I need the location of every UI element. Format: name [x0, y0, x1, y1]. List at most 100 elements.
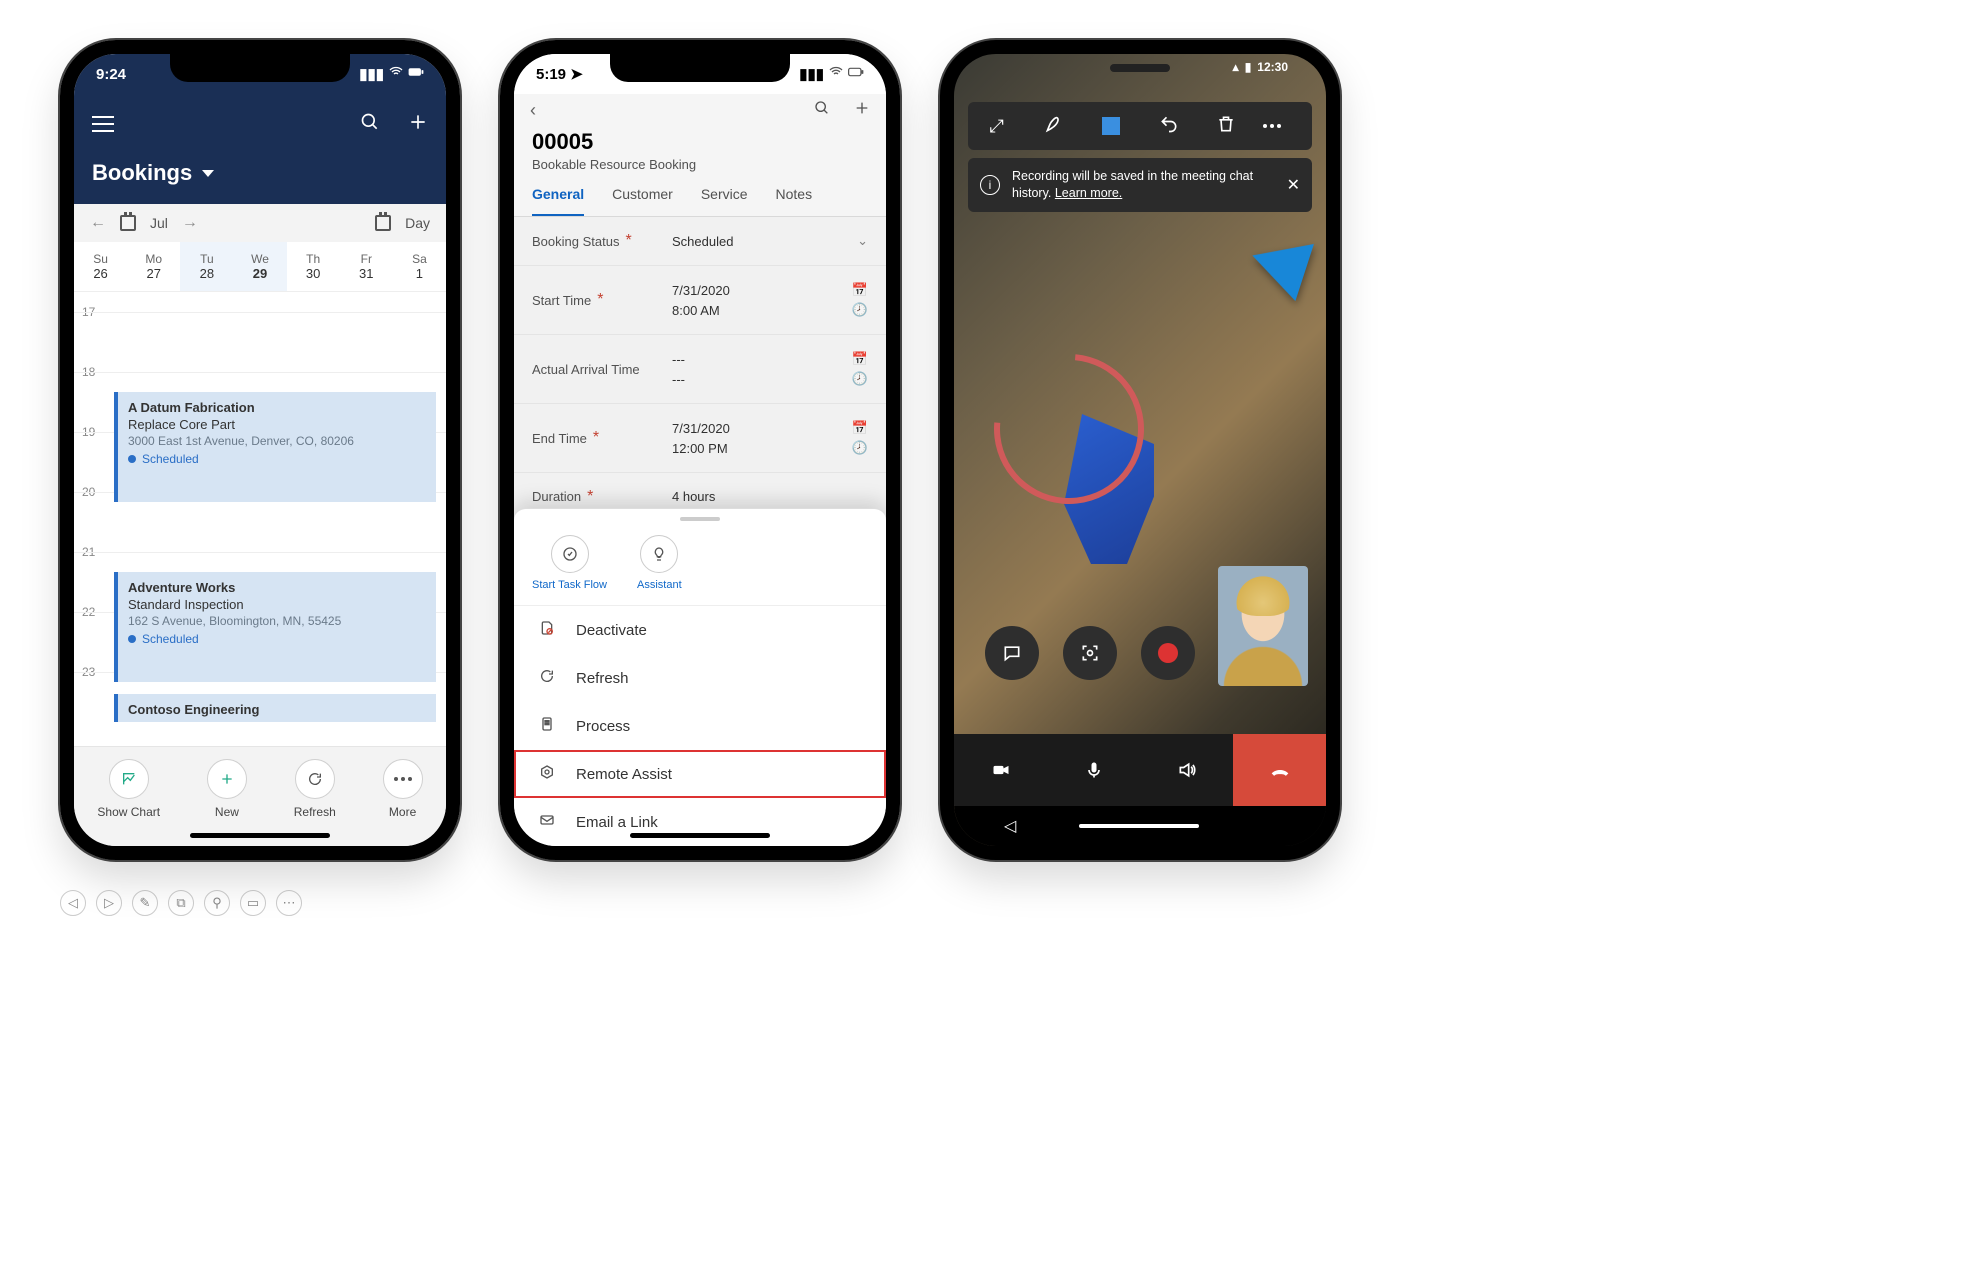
calendar-icon[interactable]: 📅 — [852, 420, 868, 436]
new-button[interactable]: New — [207, 759, 247, 819]
battery-icon: ▮ — [1245, 60, 1252, 74]
speaker-button[interactable] — [1140, 734, 1233, 806]
pagebar-zoom[interactable]: ⚲ — [204, 890, 230, 916]
day-col[interactable]: Sa1 — [393, 242, 446, 291]
status-time: 5:19 — [536, 66, 566, 83]
assistant-button[interactable]: Assistant — [637, 535, 682, 591]
battery-icon — [408, 64, 424, 84]
calendar-icon[interactable]: 📅 — [852, 282, 868, 298]
status-icons: ▮▮▮ — [799, 64, 864, 84]
add-icon[interactable] — [854, 100, 870, 121]
color-swatch[interactable] — [1091, 117, 1131, 135]
remote-assist-button[interactable]: Remote Assist — [514, 750, 886, 798]
event-address: 162 S Avenue, Bloomington, MN, 55425 — [128, 614, 426, 628]
home-indicator[interactable] — [190, 833, 330, 838]
undo-icon[interactable] — [1149, 114, 1189, 139]
page-title[interactable]: Bookings — [92, 160, 192, 186]
event-subtitle: Replace Core Part — [128, 417, 426, 432]
next-icon[interactable]: → — [182, 214, 198, 232]
day-col[interactable]: Fr31 — [340, 242, 393, 291]
menu-button[interactable] — [92, 116, 114, 132]
process-button[interactable]: Process — [514, 702, 886, 750]
record-button[interactable] — [1141, 626, 1195, 680]
camera-button[interactable] — [954, 734, 1047, 806]
add-icon[interactable] — [408, 112, 428, 137]
refresh-icon — [536, 668, 558, 688]
tab-notes[interactable]: Notes — [776, 186, 813, 216]
view-label[interactable]: Day — [405, 215, 430, 231]
field-start-time[interactable]: Start Time* 7/31/2020📅 8:00 AM🕗 — [514, 266, 886, 335]
phone-notch — [170, 54, 350, 82]
field-booking-status[interactable]: Booking Status* Scheduled⌄ — [514, 217, 886, 266]
pagebar-next[interactable]: ▷ — [96, 890, 122, 916]
scan-button[interactable] — [1063, 626, 1117, 680]
deactivate-button[interactable]: Deactivate — [514, 606, 886, 654]
clock-icon[interactable]: 🕗 — [852, 302, 868, 318]
event-card[interactable]: A Datum Fabrication Replace Core Part 30… — [114, 392, 436, 502]
field-end-time[interactable]: End Time* 7/31/2020📅 12:00 PM🕗 — [514, 404, 886, 473]
prev-icon[interactable]: ← — [90, 214, 106, 232]
call-bar — [954, 734, 1326, 806]
calendar-icon[interactable] — [375, 215, 391, 231]
field-arrival-time[interactable]: Actual Arrival Time ---📅 ---🕗 — [514, 335, 886, 404]
day-col[interactable]: Mo27 — [127, 242, 180, 291]
tab-customer[interactable]: Customer — [612, 186, 673, 216]
recording-toast: i Recording will be saved in the meeting… — [968, 158, 1312, 212]
signal-icon: ▮▮▮ — [799, 65, 824, 83]
pagebar-copy[interactable]: ⧉ — [168, 890, 194, 916]
more-icon[interactable] — [1263, 124, 1303, 128]
back-icon[interactable]: ◁ — [1004, 816, 1016, 836]
minimize-icon[interactable]: ⤢ — [977, 116, 1017, 137]
start-taskflow-button[interactable]: Start Task Flow — [532, 535, 607, 591]
bulb-icon — [640, 535, 678, 573]
event-status: Scheduled — [128, 452, 426, 466]
learn-more-link[interactable]: Learn more. — [1055, 186, 1122, 200]
chat-button[interactable] — [985, 626, 1039, 680]
day-col-selected[interactable]: We29 — [233, 242, 286, 291]
event-card[interactable]: Adventure Works Standard Inspection 162 … — [114, 572, 436, 682]
back-icon[interactable]: ‹ — [530, 100, 536, 121]
day-col[interactable]: Su26 — [74, 242, 127, 291]
chevron-down-icon[interactable] — [202, 170, 214, 177]
status-time: 9:24 — [96, 66, 126, 83]
email-link-button[interactable]: Email a Link — [514, 798, 886, 846]
close-icon[interactable]: ✕ — [1287, 175, 1300, 195]
signal-icon: ▴ — [1233, 60, 1239, 74]
show-chart-button[interactable]: Show Chart — [97, 759, 160, 819]
pagebar-more[interactable]: ⋯ — [276, 890, 302, 916]
ink-icon[interactable] — [1034, 114, 1074, 139]
calendar-icon[interactable]: 📅 — [852, 351, 868, 367]
app-header: Bookings — [74, 94, 446, 204]
more-button[interactable]: More — [383, 759, 423, 819]
mic-button[interactable] — [1047, 734, 1140, 806]
clock-icon[interactable]: 🕗 — [852, 371, 868, 387]
tab-service[interactable]: Service — [701, 186, 748, 216]
self-video-pip[interactable] — [1218, 566, 1308, 686]
clock-icon[interactable]: 🕗 — [852, 440, 868, 456]
day-col[interactable]: Tu28 — [180, 242, 233, 291]
top-nav: ‹ — [514, 94, 886, 127]
event-card[interactable]: Contoso Engineering — [114, 694, 436, 722]
tab-general[interactable]: General — [532, 186, 584, 216]
home-indicator[interactable] — [630, 833, 770, 838]
search-icon[interactable] — [360, 112, 380, 137]
day-col[interactable]: Th30 — [287, 242, 340, 291]
calendar-icon[interactable] — [120, 215, 136, 231]
sheet-handle[interactable] — [680, 517, 720, 521]
schedule-grid[interactable]: 17 18 19 20 21 22 23 A Datum Fabrication… — [74, 292, 446, 722]
record-type: Bookable Resource Booking — [532, 157, 868, 172]
chevron-down-icon[interactable]: ⌄ — [857, 233, 868, 249]
search-icon[interactable] — [814, 100, 830, 121]
battery-icon — [848, 64, 864, 84]
trash-icon[interactable] — [1206, 114, 1246, 139]
pagebar-edit[interactable]: ✎ — [132, 890, 158, 916]
refresh-button[interactable]: Refresh — [294, 759, 336, 819]
bottom-action-bar: Show Chart New Refresh More — [74, 746, 446, 846]
refresh-button[interactable]: Refresh — [514, 654, 886, 702]
hangup-button[interactable] — [1233, 734, 1326, 806]
home-pill[interactable] — [1079, 824, 1199, 828]
event-subtitle: Standard Inspection — [128, 597, 426, 612]
deactivate-icon — [536, 620, 558, 640]
pagebar-prev[interactable]: ◁ — [60, 890, 86, 916]
pagebar-present[interactable]: ▭ — [240, 890, 266, 916]
